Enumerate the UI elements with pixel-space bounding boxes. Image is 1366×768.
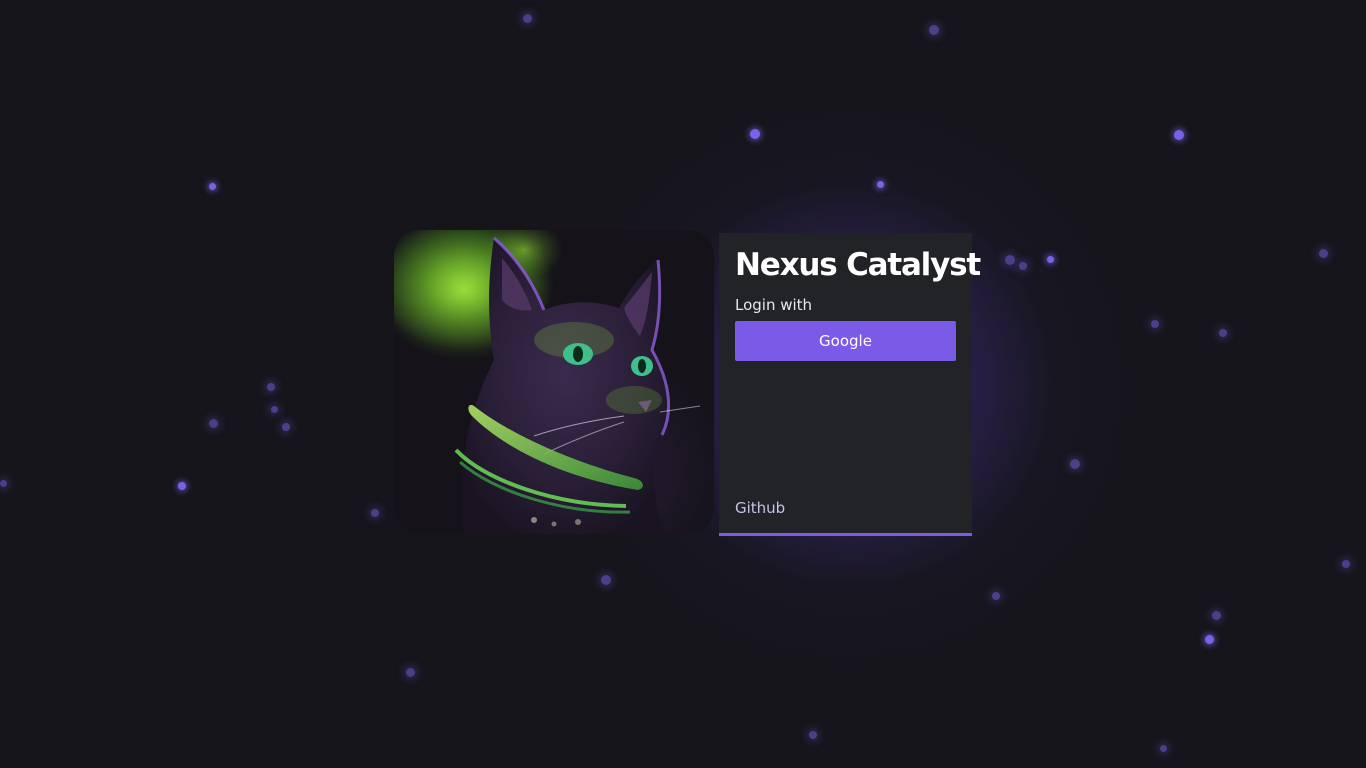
particle <box>1212 611 1221 620</box>
particle <box>750 129 760 139</box>
particle <box>1319 249 1328 258</box>
particle <box>1019 262 1027 270</box>
particle <box>1070 459 1080 469</box>
particle <box>282 423 290 431</box>
particle <box>1205 635 1214 644</box>
particle <box>1174 130 1184 140</box>
login-page: Nexus Catalyst Login with Google Github <box>0 0 1366 768</box>
cat-artwork-svg <box>394 230 701 534</box>
google-login-button[interactable]: Google <box>735 321 956 361</box>
particle <box>929 25 939 35</box>
github-link[interactable]: Github <box>735 498 785 518</box>
particle <box>209 183 216 190</box>
particle <box>992 592 1000 600</box>
particle <box>271 406 278 413</box>
particle <box>809 731 817 739</box>
particle <box>1160 745 1167 752</box>
particle <box>1342 560 1350 568</box>
particle <box>1005 255 1015 265</box>
particle <box>877 181 884 188</box>
particle <box>406 668 415 677</box>
cat-illustration <box>394 230 714 534</box>
particle <box>0 480 7 487</box>
login-prompt: Login with <box>735 296 813 314</box>
app-title: Nexus Catalyst <box>735 247 981 283</box>
particle <box>1047 256 1054 263</box>
particle <box>1151 320 1159 328</box>
particle <box>523 14 532 23</box>
particle <box>178 482 186 490</box>
particle <box>371 509 379 517</box>
login-card: Nexus Catalyst Login with Google Github <box>719 233 981 536</box>
particle <box>1219 329 1227 337</box>
particle <box>209 419 218 428</box>
particle <box>601 575 611 585</box>
particle <box>267 383 275 391</box>
